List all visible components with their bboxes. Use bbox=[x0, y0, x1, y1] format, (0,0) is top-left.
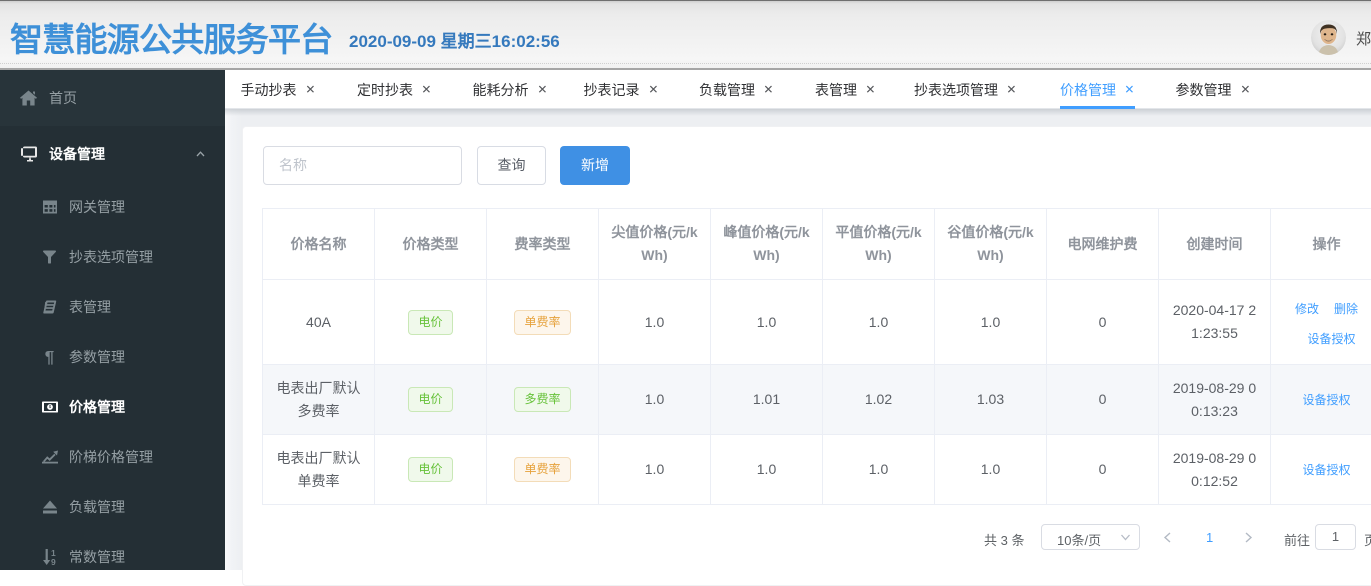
svg-text:9: 9 bbox=[51, 557, 56, 565]
